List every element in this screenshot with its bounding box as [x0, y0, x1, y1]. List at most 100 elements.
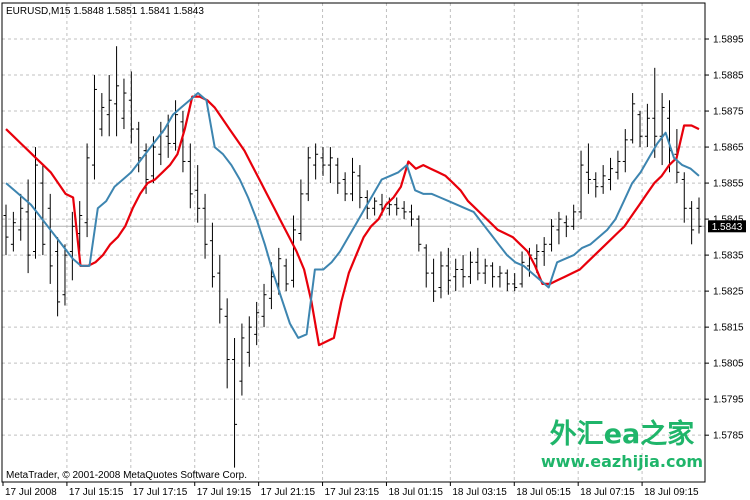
y-tick-label: 1.5855 — [713, 179, 744, 190]
ohlc-bar — [239, 323, 245, 396]
ohlc-bar — [615, 150, 621, 180]
y-tick-label: 1.5785 — [713, 431, 744, 442]
ohlc-bar — [283, 258, 289, 292]
ohlc-bar — [593, 172, 599, 198]
ohlc-bar — [3, 204, 9, 256]
ohlc-bar — [600, 165, 606, 194]
ohlc-bar — [99, 93, 105, 137]
ohlc-bar — [335, 157, 341, 194]
y-tick-label: 1.5885 — [713, 71, 744, 82]
ohlc-bar — [556, 211, 562, 245]
ohlc-bar — [467, 251, 473, 284]
copyright-text: MetaTrader, © 2001-2008 MetaQuotes Softw… — [6, 470, 247, 481]
watermark-title: 外汇ea之家 — [550, 418, 695, 450]
series-line-red — [5, 95, 700, 347]
current-price-value: 1.5843 — [712, 222, 743, 233]
ohlc-bar — [327, 147, 333, 184]
ohlc-bar — [10, 211, 16, 252]
ohlc-bar — [416, 215, 422, 252]
ohlc-bar — [431, 258, 437, 302]
y-tick-label: 1.5805 — [713, 359, 744, 370]
ohlc-bar — [305, 147, 311, 202]
ohlc-bar — [490, 262, 496, 288]
ohlc-bar — [644, 103, 650, 148]
y-tick-label: 1.5895 — [713, 35, 744, 46]
x-tick-label: 17 Jul 15:15 — [69, 487, 124, 498]
ohlc-bar — [55, 237, 61, 317]
x-tick-label: 17 Jul 23:15 — [325, 487, 380, 498]
ohlc-bar — [84, 143, 90, 238]
ohlc-bar — [401, 201, 407, 220]
ohlc-bar — [217, 255, 223, 324]
current-price-badge: 1.5843 — [708, 220, 746, 233]
y-tick-label: 1.5815 — [713, 323, 744, 334]
ohlc-bar — [696, 197, 702, 234]
ohlc-bar — [630, 93, 636, 144]
x-tick-label: 18 Jul 03:15 — [452, 487, 507, 498]
ohlc-bar — [659, 93, 665, 166]
ohlc-bar — [91, 75, 97, 180]
y-tick-label: 1.5875 — [713, 107, 744, 118]
ohlc-bar — [549, 219, 555, 252]
ohlc-bar — [32, 147, 38, 259]
ohlc-bar — [689, 201, 695, 245]
ohlc-bar — [622, 129, 628, 173]
x-tick-label: 17 Jul 21:15 — [261, 487, 316, 498]
ohlc-bar — [423, 244, 429, 288]
chart-title: EURUSD,M15 1.5848 1.5851 1.5841 1.5843 — [6, 6, 204, 17]
ohlc-bar — [608, 157, 614, 191]
series-line-blue — [5, 92, 700, 339]
y-tick-label: 1.5825 — [713, 287, 744, 298]
watermark-logo: 外汇ea之家 www.eazhijia.com — [541, 418, 703, 471]
ohlc-bar — [504, 269, 510, 292]
x-tick-label: 18 Jul 01:15 — [388, 487, 443, 498]
ohlc-bar — [173, 100, 179, 151]
ohlc-bar — [69, 211, 75, 281]
x-tick-label: 17 Jul 19:15 — [197, 487, 252, 498]
ohlc-bar — [18, 193, 24, 241]
ohlc-bar — [681, 172, 687, 223]
ohlc-bar — [357, 165, 363, 209]
ohlc-bars — [3, 46, 702, 468]
price-chart: 1.58951.58851.58751.58651.58551.58451.58… — [1, 2, 746, 498]
ohlc-bar — [350, 157, 355, 202]
ohlc-bar — [298, 179, 304, 241]
ohlc-bar — [408, 204, 414, 227]
y-tick-label: 1.5795 — [713, 395, 744, 406]
ohlc-bar — [512, 273, 518, 292]
watermark-url: www.eazhijia.com — [541, 452, 703, 471]
y-tick-label: 1.5835 — [713, 251, 744, 262]
ohlc-bar — [128, 71, 134, 144]
ohlc-bar — [47, 193, 53, 284]
ohlc-bar — [482, 258, 488, 284]
ohlc-bar — [195, 165, 201, 223]
ohlc-bar — [585, 143, 591, 194]
ohlc-bar — [261, 283, 267, 328]
ohlc-bar — [40, 165, 46, 256]
ohlc-bar — [121, 78, 127, 130]
ohlc-bar — [394, 197, 400, 216]
ohlc-bar — [453, 258, 459, 292]
ohlc-bar — [519, 251, 525, 288]
ohlc-bar — [320, 147, 326, 176]
ohlc-bar — [541, 237, 547, 266]
x-tick-label: 18 Jul 07:15 — [580, 487, 635, 498]
y-tick-label: 1.5865 — [713, 143, 744, 154]
ohlc-bar — [114, 46, 120, 137]
ohlc-bar — [158, 121, 164, 166]
ohlc-bar — [187, 143, 193, 209]
ohlc-bar — [475, 247, 481, 281]
ohlc-bar — [313, 143, 319, 180]
x-tick-label: 17 Jul 17:15 — [133, 487, 188, 498]
ohlc-bar — [342, 172, 348, 202]
ohlc-bar — [372, 197, 378, 216]
x-tick-label: 18 Jul 09:15 — [644, 487, 699, 498]
ohlc-bar — [578, 150, 584, 220]
ohlc-bar — [232, 337, 238, 468]
ohlc-bar — [224, 298, 230, 389]
ohlc-bar — [497, 265, 503, 288]
plot-frame — [1, 2, 706, 483]
ohlc-bar — [106, 75, 112, 137]
x-tick-label: 18 Jul 05:15 — [516, 487, 571, 498]
ohlc-bar — [460, 255, 466, 288]
